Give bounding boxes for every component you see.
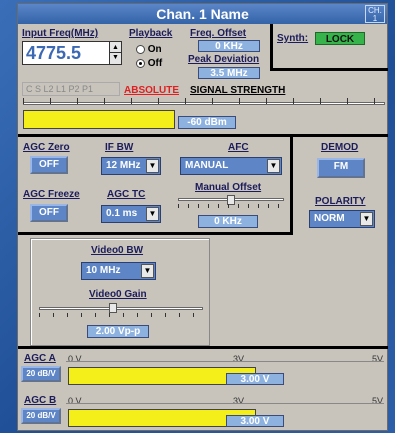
signal-strength-label: SIGNAL STRENGTH [190, 85, 286, 96]
agc-freeze-label: AGC Freeze [23, 189, 80, 200]
agc-a-tick-mid: 3V [233, 354, 245, 364]
if-bw-label: IF BW [105, 142, 134, 153]
demod-label: DEMOD [321, 142, 359, 153]
playback-label: Playback [129, 28, 173, 39]
agc-tc-label: AGC TC [107, 189, 146, 200]
agc-a-tick-max: 5V [372, 354, 384, 364]
input-freq-spinner[interactable]: ▲ ▼ [109, 42, 121, 64]
agc-b-tick-mid: 3V [233, 396, 245, 406]
polarity-value: NORM [314, 213, 345, 224]
peak-deviation-value: 3.5 MHz [198, 67, 260, 79]
slider-thumb[interactable] [109, 303, 117, 313]
input-freq-field[interactable]: 4775.5 ▲ ▼ [22, 41, 122, 65]
agc-a-meter: 0 V 3V 5V 3.00 V [66, 352, 384, 388]
spinner-down-icon[interactable]: ▼ [110, 53, 121, 63]
afc-select[interactable]: MANUAL ▼ [180, 157, 282, 175]
signal-mode-tabs[interactable]: C S L2 L1 P2 P1 [22, 82, 120, 96]
video0-gain-value: 2.00 Vp-p [87, 325, 149, 338]
channel-panel: Chan. 1 Name CH. 1 Input Freq(MHz) 4775.… [17, 3, 388, 431]
agc-zero-label: AGC Zero [23, 142, 70, 153]
chevron-down-icon[interactable]: ▼ [146, 207, 159, 221]
afc-value: MANUAL [185, 160, 229, 171]
agc-freeze-button[interactable]: OFF [30, 204, 68, 222]
agc-zero-button[interactable]: OFF [30, 156, 68, 174]
video0-gain-slider[interactable] [39, 303, 203, 319]
agc-a-scale-button[interactable]: 20 dB/V [21, 366, 61, 382]
agc-a-value: 3.00 V [226, 373, 284, 385]
agc-b-tick-0: 0 V [68, 396, 82, 406]
manual-offset-label: Manual Offset [195, 182, 262, 193]
agc-a-label: AGC A [24, 353, 56, 364]
polarity-select[interactable]: NORM ▼ [309, 210, 375, 228]
radio-selected-icon[interactable] [136, 58, 145, 68]
freq-offset-value: 0 KHz [198, 40, 260, 52]
synth-lock-indicator: LOCK [315, 32, 365, 45]
video0-bw-label: Video0 BW [91, 245, 144, 256]
polarity-label: POLARITY [315, 196, 366, 207]
signal-strength-value: -60 dBm [178, 116, 236, 129]
chevron-down-icon[interactable]: ▼ [146, 159, 159, 173]
afc-label: AFC [228, 142, 249, 153]
manual-offset-value: 0 KHz [198, 215, 258, 228]
channel-badge: CH. 1 [365, 5, 385, 23]
agc-b-tick-max: 5V [372, 396, 384, 406]
radio-off-icon[interactable] [136, 44, 145, 54]
agc-b-meter: 0 V 3V 5V 3.00 V [66, 394, 384, 430]
synth-label: Synth: [277, 33, 309, 44]
agc-a-tick-0: 0 V [68, 354, 82, 364]
chevron-down-icon[interactable]: ▼ [267, 159, 280, 173]
window-title: Chan. 1 Name [156, 6, 249, 22]
chevron-down-icon[interactable]: ▼ [360, 212, 373, 226]
video0-group: Video0 BW 10 MHz ▼ Video0 Gain 2.00 Vp-p [30, 238, 210, 346]
input-freq-label: Input Freq(MHz) [22, 28, 99, 39]
demod-button[interactable]: FM [317, 158, 365, 178]
agc-b-scale-button[interactable]: 20 dB/V [21, 408, 61, 424]
spinner-up-icon[interactable]: ▲ [110, 42, 121, 53]
agc-tc-select[interactable]: 0.1 ms ▼ [101, 205, 161, 223]
signal-strength-meter: -60 dBm [23, 98, 385, 132]
playback-on-label: On [147, 44, 162, 55]
agc-tc-value: 0.1 ms [106, 208, 138, 219]
window-title-bar: Chan. 1 Name CH. 1 [18, 4, 387, 24]
input-freq-value: 4775.5 [26, 43, 82, 63]
agc-b-value: 3.00 V [226, 415, 284, 427]
peak-deviation-label: Peak Deviation [188, 54, 260, 65]
playback-off-radio[interactable]: Off [136, 58, 162, 69]
agc-b-label: AGC B [24, 395, 57, 406]
if-bw-value: 12 MHz [106, 160, 141, 171]
freq-offset-label: Freq. Offset [190, 28, 247, 39]
signal-strength-bar [23, 110, 175, 129]
video0-gain-label: Video0 Gain [89, 289, 147, 300]
chevron-down-icon[interactable]: ▼ [141, 264, 154, 278]
video0-bw-value: 10 MHz [86, 265, 121, 276]
playback-on-radio[interactable]: On [136, 44, 162, 55]
manual-offset-slider[interactable] [178, 195, 284, 209]
if-bw-select[interactable]: 12 MHz ▼ [101, 157, 161, 175]
playback-off-label: Off [147, 58, 163, 69]
absolute-label: ABSOLUTE [124, 85, 179, 96]
video0-bw-select[interactable]: 10 MHz ▼ [81, 262, 156, 280]
